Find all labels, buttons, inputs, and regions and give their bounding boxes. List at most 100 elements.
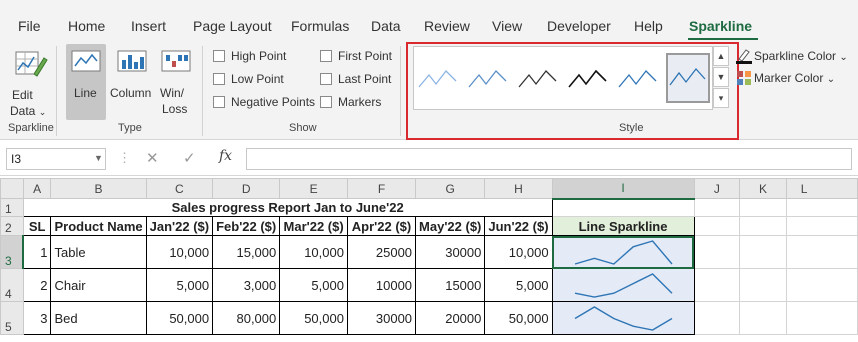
- column-header-b[interactable]: B: [50, 178, 147, 199]
- value-cell[interactable]: 5,000: [279, 268, 348, 302]
- cell[interactable]: [785, 301, 858, 335]
- report-title-cell[interactable]: Sales progress Report Jan to June'22: [22, 198, 553, 217]
- header-cell-line-sparkline[interactable]: Line Sparkline: [551, 216, 695, 236]
- tab-sparkline[interactable]: Sparkline: [689, 18, 752, 34]
- edit-data-button[interactable]: Edit Data ⌄: [10, 46, 50, 120]
- value-cell[interactable]: 10,000: [279, 235, 348, 269]
- value-cell[interactable]: 30000: [415, 235, 486, 269]
- column-header-c[interactable]: C: [145, 178, 214, 199]
- cell[interactable]: [739, 216, 787, 236]
- value-cell[interactable]: 20000: [415, 301, 486, 335]
- cell[interactable]: [739, 198, 787, 217]
- low-point-checkbox[interactable]: [213, 73, 225, 85]
- value-cell[interactable]: 15000: [415, 268, 486, 302]
- cell[interactable]: [551, 198, 695, 217]
- negative-points-checkbox[interactable]: [213, 96, 225, 108]
- cell[interactable]: [785, 268, 858, 302]
- tab-file[interactable]: File: [18, 18, 41, 34]
- value-cell[interactable]: 10,000: [145, 235, 214, 269]
- value-cell[interactable]: 3,000: [212, 268, 281, 302]
- header-cell-may[interactable]: May'22 ($): [415, 216, 486, 236]
- sparkline-color-button[interactable]: Sparkline Color ⌄: [736, 48, 854, 66]
- cell[interactable]: [693, 235, 741, 269]
- tab-home[interactable]: Home: [68, 18, 105, 34]
- cell[interactable]: [785, 235, 858, 269]
- tab-insert[interactable]: Insert: [131, 18, 166, 34]
- column-header-l[interactable]: L: [785, 178, 858, 199]
- cell[interactable]: [739, 268, 787, 302]
- header-cell-apr[interactable]: Apr'22 ($): [346, 216, 417, 236]
- value-cell[interactable]: 50,000: [279, 301, 348, 335]
- product-name-cell[interactable]: Chair: [50, 268, 147, 302]
- value-cell[interactable]: 5,000: [145, 268, 214, 302]
- winloss-type-button[interactable]: Win/ Loss: [156, 44, 196, 120]
- insert-function-icon[interactable]: fx: [219, 148, 232, 164]
- cell[interactable]: [739, 301, 787, 335]
- cell[interactable]: [693, 301, 741, 335]
- formula-input[interactable]: [246, 148, 852, 170]
- column-header-f[interactable]: F: [346, 178, 417, 199]
- cell[interactable]: [739, 235, 787, 269]
- sl-cell[interactable]: 2: [22, 268, 52, 302]
- row-header-4[interactable]: 4: [0, 268, 24, 302]
- cell[interactable]: [785, 216, 858, 236]
- marker-color-button[interactable]: Marker Color ⌄: [736, 70, 854, 88]
- product-name-cell[interactable]: Bed: [50, 301, 147, 335]
- tab-developer[interactable]: Developer: [547, 18, 611, 34]
- sparkline-cell-active[interactable]: [551, 235, 695, 269]
- row-header-2[interactable]: 2: [0, 216, 24, 236]
- value-cell[interactable]: 50,000: [145, 301, 214, 335]
- sparkline-cell[interactable]: [551, 268, 695, 302]
- tab-page-layout[interactable]: Page Layout: [193, 18, 272, 34]
- column-header-d[interactable]: D: [212, 178, 281, 199]
- sparkline-cell[interactable]: [551, 301, 695, 335]
- value-cell[interactable]: 25000: [346, 235, 417, 269]
- name-box[interactable]: I3: [6, 148, 106, 170]
- header-cell-jan[interactable]: Jan'22 ($): [145, 216, 214, 236]
- markers-checkbox[interactable]: [320, 96, 332, 108]
- product-name-cell[interactable]: Table: [50, 235, 147, 269]
- cancel-icon[interactable]: ✕: [146, 149, 159, 167]
- chevron-down-icon[interactable]: ▼: [94, 153, 103, 163]
- row-header-1[interactable]: 1: [0, 198, 24, 217]
- sl-cell[interactable]: 1: [22, 235, 52, 269]
- enter-icon[interactable]: ✓: [183, 149, 196, 167]
- cell[interactable]: [785, 198, 858, 217]
- value-cell[interactable]: 30000: [346, 301, 417, 335]
- row-header-5[interactable]: 5: [0, 301, 24, 335]
- column-header-g[interactable]: G: [415, 178, 486, 199]
- line-type-button[interactable]: Line: [66, 44, 106, 120]
- tab-help[interactable]: Help: [634, 18, 663, 34]
- cell[interactable]: [693, 268, 741, 302]
- row-header-3[interactable]: 3: [0, 235, 25, 269]
- tab-formulas[interactable]: Formulas: [291, 18, 349, 34]
- cell[interactable]: [693, 216, 741, 236]
- column-header-h[interactable]: H: [484, 178, 553, 199]
- cell[interactable]: [693, 198, 741, 217]
- header-cell-jun[interactable]: Jun'22 ($): [484, 216, 553, 236]
- column-header-a[interactable]: A: [22, 178, 52, 199]
- value-cell[interactable]: 10,000: [484, 235, 553, 269]
- tab-view[interactable]: View: [492, 18, 522, 34]
- value-cell[interactable]: 80,000: [212, 301, 281, 335]
- header-cell-feb[interactable]: Feb'22 ($): [212, 216, 281, 236]
- value-cell[interactable]: 10000: [346, 268, 417, 302]
- column-header-i[interactable]: I: [551, 178, 695, 200]
- header-cell-product-name[interactable]: Product Name: [50, 216, 147, 236]
- tab-review[interactable]: Review: [424, 18, 470, 34]
- column-type-button[interactable]: Column: [110, 44, 154, 120]
- column-header-e[interactable]: E: [279, 178, 348, 199]
- sl-cell[interactable]: 3: [22, 301, 52, 335]
- column-header-k[interactable]: K: [739, 178, 787, 199]
- value-cell[interactable]: 5,000: [484, 268, 553, 302]
- value-cell[interactable]: 15,000: [212, 235, 281, 269]
- column-header-j[interactable]: J: [693, 178, 741, 199]
- last-point-checkbox[interactable]: [320, 73, 332, 85]
- high-point-checkbox[interactable]: [213, 50, 225, 62]
- select-all-corner[interactable]: [0, 178, 24, 199]
- header-cell-mar[interactable]: Mar'22 ($): [279, 216, 348, 236]
- tab-data[interactable]: Data: [371, 18, 401, 34]
- header-cell-sl[interactable]: SL: [22, 216, 52, 236]
- value-cell[interactable]: 50,000: [484, 301, 553, 335]
- first-point-checkbox[interactable]: [320, 50, 332, 62]
